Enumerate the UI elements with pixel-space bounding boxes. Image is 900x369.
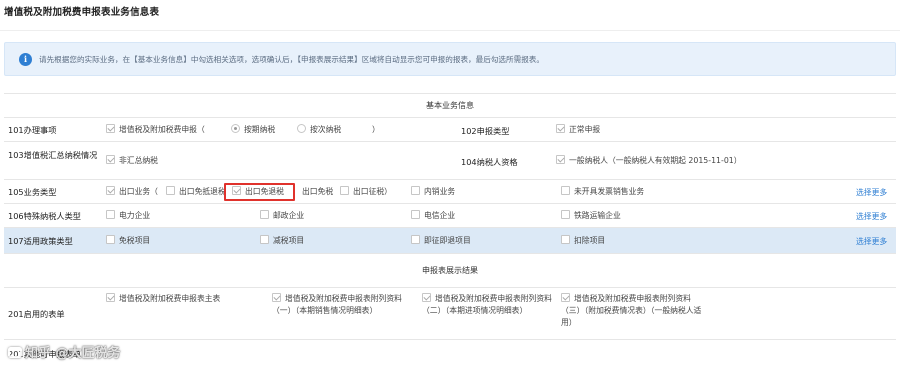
highlight-box bbox=[224, 183, 295, 201]
option-instant-refund-item[interactable]: 即征即退项目 bbox=[411, 235, 471, 247]
option-export-exempt[interactable]: 出口免税 bbox=[302, 186, 333, 198]
page-title: 增值税及附加税费申报表业务信息表 bbox=[4, 7, 160, 18]
option-domestic-sales[interactable]: 内销业务 bbox=[411, 186, 455, 198]
checkbox-vat-declare[interactable] bbox=[106, 124, 115, 133]
form-appendix-1[interactable]: 增值税及附加税费申报表附列资料（一）（本期销售情况明细表） bbox=[272, 293, 412, 317]
radio-times-tax[interactable]: 按次纳税 bbox=[297, 124, 341, 136]
checkbox-non-summary[interactable] bbox=[106, 155, 115, 164]
result-section-title: 申报表展示结果 bbox=[422, 266, 478, 275]
checkbox-domestic[interactable] bbox=[411, 186, 420, 195]
row-105: 105业务类型 出口业务（ 出口免抵退税 出口免退税 出口免税 出口征税） 内销… bbox=[4, 180, 896, 204]
option-power-enterprise[interactable]: 电力企业 bbox=[106, 210, 150, 222]
info-icon: i bbox=[19, 53, 32, 66]
checkbox-main-table[interactable] bbox=[106, 293, 115, 302]
select-more-107[interactable]: 选择更多 bbox=[856, 236, 887, 247]
checkbox[interactable] bbox=[260, 210, 269, 219]
checkbox[interactable] bbox=[260, 235, 269, 244]
label-101: 101办理事项 bbox=[8, 125, 57, 135]
option-reduced-item[interactable]: 减税项目 bbox=[260, 235, 304, 247]
watermark: 知乎 @大匠税务 bbox=[8, 342, 121, 361]
label-105: 105业务类型 bbox=[8, 187, 57, 197]
business-info-form: 基本业务信息 101办理事项 增值税及附加税费申报（ 按期纳税 按次纳税 ） 1… bbox=[4, 93, 896, 359]
close-paren: ） bbox=[372, 125, 380, 134]
checkbox[interactable] bbox=[561, 210, 570, 219]
checkbox-appendix-2[interactable] bbox=[422, 293, 431, 302]
row-107: 107适用政策类型 免税项目 减税项目 即征即退项目 扣除项目 选择更多 bbox=[4, 228, 896, 254]
checkbox-export[interactable] bbox=[106, 186, 115, 195]
row-106: 106特殊纳税人类型 电力企业 邮政企业 电信企业 铁路运输企业 选择更多 bbox=[4, 204, 896, 228]
row-201: 201启用的表单 增值税及附加税费申报表主表 增值税及附加税费申报表附列资料（一… bbox=[4, 288, 896, 340]
radio-dot[interactable] bbox=[297, 124, 306, 133]
form-appendix-2[interactable]: 增值税及附加税费申报表附列资料（二）（本期进项情况明细表） bbox=[422, 293, 562, 317]
form-main-table[interactable]: 增值税及附加税费申报表主表 bbox=[106, 293, 220, 305]
row-101: 101办理事项 增值税及附加税费申报（ 按期纳税 按次纳税 ） 102申报类型 … bbox=[4, 118, 896, 142]
info-notice-banner: i 请先根据您的实际业务，在【基本业务信息】中勾选相关选项，选项确认后，【申报表… bbox=[4, 42, 896, 76]
label-106: 106特殊纳税人类型 bbox=[8, 211, 81, 221]
select-more-105[interactable]: 选择更多 bbox=[856, 187, 887, 198]
checkbox[interactable] bbox=[411, 210, 420, 219]
label-201: 201启用的表单 bbox=[8, 309, 65, 319]
option-no-invoice-sales[interactable]: 未开具发票销售业务 bbox=[561, 186, 644, 198]
title-divider bbox=[0, 30, 900, 31]
option-deduction-item[interactable]: 扣除项目 bbox=[561, 235, 605, 247]
form-appendix-3[interactable]: 增值税及附加税费申报表附列资料（三）（附加税费情况表）（一般纳税人适用） bbox=[561, 293, 706, 329]
checkbox-no-invoice[interactable] bbox=[561, 186, 570, 195]
label-103: 103增值税汇总纳税情况 bbox=[8, 150, 98, 160]
result-section-header: 申报表展示结果 bbox=[4, 254, 896, 288]
checkbox-normal-declare[interactable] bbox=[556, 124, 565, 133]
option-normal-declare[interactable]: 正常申报 bbox=[556, 124, 600, 136]
option-railway-enterprise[interactable]: 铁路运输企业 bbox=[561, 210, 621, 222]
label-107: 107适用政策类型 bbox=[8, 236, 73, 246]
info-notice-text: 请先根据您的实际业务，在【基本业务信息】中勾选相关选项，选项确认后，【申报表展示… bbox=[39, 55, 544, 64]
checkbox-general-taxpayer[interactable] bbox=[556, 155, 565, 164]
checkbox[interactable] bbox=[106, 235, 115, 244]
checkbox[interactable] bbox=[106, 210, 115, 219]
option-export-exempt-refund[interactable]: 出口免抵退税 bbox=[166, 186, 226, 198]
checkbox[interactable] bbox=[561, 235, 570, 244]
option-general-taxpayer[interactable]: 一般纳税人（一般纳税人有效期起 2015-11-01） bbox=[556, 155, 742, 167]
select-more-106[interactable]: 选择更多 bbox=[856, 211, 887, 222]
checkbox-appendix-1[interactable] bbox=[272, 293, 281, 302]
checkbox[interactable] bbox=[411, 235, 420, 244]
option-telecom-enterprise[interactable]: 电信企业 bbox=[411, 210, 455, 222]
option-export-business[interactable]: 出口业务（ bbox=[106, 186, 158, 198]
label-104: 104纳税人资格 bbox=[461, 157, 518, 167]
basic-section-title: 基本业务信息 bbox=[426, 101, 474, 110]
option-exempt-item[interactable]: 免税项目 bbox=[106, 235, 150, 247]
row-103: 103增值税汇总纳税情况 非汇总纳税 104纳税人资格 一般纳税人（一般纳税人有… bbox=[4, 142, 896, 180]
zhihu-logo-icon bbox=[8, 347, 22, 358]
option-non-summary-tax[interactable]: 非汇总纳税 bbox=[106, 155, 158, 167]
option-postal-enterprise[interactable]: 邮政企业 bbox=[260, 210, 304, 222]
row-other-forms: 201其他可申报表单 bbox=[4, 340, 896, 369]
checkbox-exempt-refund[interactable] bbox=[166, 186, 175, 195]
checkbox-levy[interactable] bbox=[340, 186, 349, 195]
radio-dot[interactable] bbox=[231, 124, 240, 133]
radio-period-tax[interactable]: 按期纳税 bbox=[231, 124, 275, 136]
label-102: 102申报类型 bbox=[461, 126, 510, 136]
checkbox-appendix-3[interactable] bbox=[561, 293, 570, 302]
option-export-levy[interactable]: 出口征税） bbox=[340, 186, 392, 198]
basic-section-header: 基本业务信息 bbox=[4, 94, 896, 118]
option-vat-surtax-declare[interactable]: 增值税及附加税费申报（ bbox=[106, 124, 205, 136]
